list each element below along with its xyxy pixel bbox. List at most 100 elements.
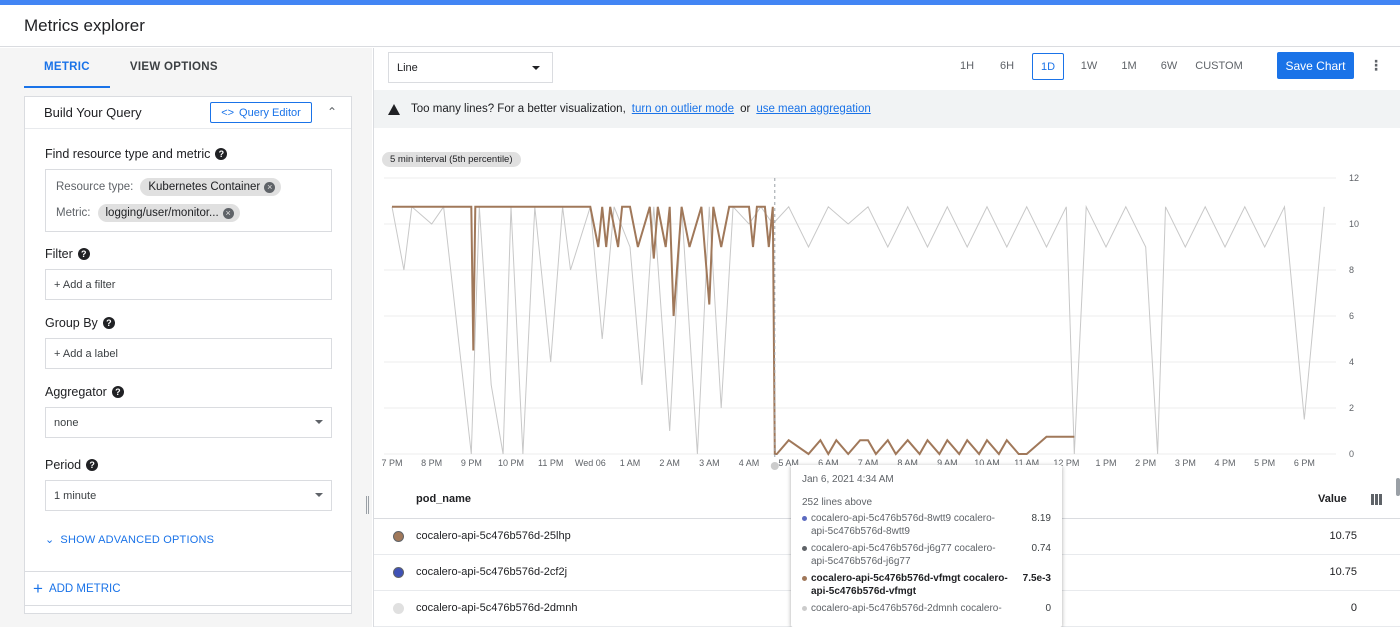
filter-input[interactable]: + Add a filter [45,269,332,300]
panel-tabs: METRIC VIEW OPTIONS [24,48,354,88]
scrollbar-thumb[interactable] [1396,478,1400,496]
x-tick-label: 2 PM [1135,458,1156,468]
groupby-text: Group By [45,316,98,330]
chevron-down-icon: ⌄ [45,534,55,546]
interval-badge: 5 min interval (5th percentile) [382,152,521,167]
series-color-dot [393,531,404,542]
help-icon[interactable]: ? [215,148,228,160]
y-tick-label: 2 [1349,403,1354,413]
x-tick-label: 9 PM [461,458,482,468]
help-icon[interactable]: ? [86,459,99,471]
aggregator-select[interactable]: none [45,407,332,438]
resource-type-chip[interactable]: Kubernetes Container × [140,178,282,196]
find-resource-label: Find resource type and metric ? [45,147,228,161]
columns-icon[interactable] [1371,494,1382,505]
query-editor-button[interactable]: <> Query Editor [210,102,312,123]
range-1m[interactable]: 1M [1114,53,1144,80]
aggregator-value: none [54,416,79,429]
y-tick-label: 8 [1349,265,1354,275]
warning-icon [388,103,400,115]
add-metric-button[interactable]: + ADD METRIC [24,571,352,606]
col-value[interactable]: Value [1318,493,1347,505]
y-tick-label: 4 [1349,357,1354,367]
period-text: Period [45,458,82,472]
remove-icon[interactable]: × [222,207,234,219]
more-vert-icon[interactable]: ⋮ [1369,57,1383,74]
find-resource-text: Find resource type and metric [45,147,211,161]
tooltip-item: cocalero-api-5c476b576d-2dmnh cocalero- … [802,602,1051,615]
chart-tooltip: Jan 6, 2021 4:34 AM 252 lines above coca… [791,465,1062,627]
series-color-dot [802,606,807,611]
app-header: Metrics explorer [0,5,1400,47]
x-tick-label: 8 PM [421,458,442,468]
x-tick-label: 10 PM [498,458,524,468]
tooltip-value: 7.5e-3 [1022,573,1051,584]
x-tick-label: 11 PM [538,458,563,468]
chart-type-value: Line [397,61,418,74]
chart-type-select[interactable]: Line [388,52,553,83]
query-panel: METRIC VIEW OPTIONS Build Your Query <> … [0,48,372,627]
dropdown-caret-icon [532,66,540,70]
pod-value: 10.75 [1329,566,1357,578]
col-pod-name[interactable]: pod_name [416,493,471,505]
series-color-dot [393,567,404,578]
pod-name: cocalero-api-5c476b576d-2dmnh [416,602,578,614]
panel-resize-handle[interactable] [366,496,369,514]
pod-name: cocalero-api-5c476b576d-25lhp [416,530,571,542]
x-tick-label: 1 AM [620,458,641,468]
x-tick-label: 4 PM [1214,458,1235,468]
metric-chip[interactable]: logging/user/monitor... × [97,204,240,222]
metric-row: Metric: logging/user/monitor... × [56,204,240,222]
dropdown-caret-icon [315,420,323,424]
card-header: Build Your Query <> Query Editor ⌃ [25,97,351,129]
x-tick-label: 1 PM [1095,458,1116,468]
tooltip-item: cocalero-api-5c476b576d-j6g77 cocalero-a… [802,542,1051,568]
advanced-label: SHOW ADVANCED OPTIONS [60,533,215,546]
show-advanced-options[interactable]: ⌄ SHOW ADVANCED OPTIONS [45,533,215,547]
chart-panel: Line 1H 6H 1D 1W 1M 6W CUSTOM Save Chart… [373,48,1400,627]
range-custom[interactable]: CUSTOM [1194,53,1244,80]
save-chart-button[interactable]: Save Chart [1277,52,1354,79]
help-icon[interactable]: ? [77,248,90,260]
warning-or: or [740,103,751,115]
pod-value: 10.75 [1329,530,1357,542]
tooltip-value: 0.74 [1031,543,1051,554]
time-range-selector: 1H 6H 1D 1W 1M 6W CUSTOM [952,53,1254,80]
tooltip-value: 8.19 [1031,513,1051,524]
too-many-lines-banner: Too many lines? For a better visualizati… [374,90,1400,128]
resource-type-row: Resource type: Kubernetes Container × [56,178,282,196]
range-1h[interactable]: 1H [952,53,982,80]
y-tick-label: 12 [1349,173,1359,183]
range-6h[interactable]: 6H [992,53,1022,80]
metric-label: Metric: [56,207,91,219]
x-tick-label: 5 PM [1254,458,1275,468]
range-1w[interactable]: 1W [1074,53,1104,80]
tooltip-time: Jan 6, 2021 4:34 AM [802,474,894,485]
y-tick-label: 10 [1349,219,1359,229]
period-label: Period ? [45,458,99,472]
query-editor-label: Query Editor [239,106,301,119]
remove-icon[interactable]: × [264,181,276,193]
x-tick-label: 3 AM [699,458,720,468]
range-6w[interactable]: 6W [1154,53,1184,80]
line-chart[interactable]: 0 2 4 6 8 10 12 7 PM 8 PM 9 PM 10 PM 11 PM Wed 06 1 A… [374,168,1400,480]
mean-aggregation-link[interactable]: use mean aggregation [756,103,870,115]
help-icon[interactable]: ? [102,317,115,329]
x-tick-label: Wed 06 [575,458,606,468]
groupby-input[interactable]: + Add a label [45,338,332,369]
series-color-dot [393,603,404,614]
outlier-mode-link[interactable]: turn on outlier mode [632,103,734,115]
series-color-dot [802,576,807,581]
metric-value: logging/user/monitor... [105,207,219,219]
tab-metric[interactable]: METRIC [24,48,110,88]
tab-view-options[interactable]: VIEW OPTIONS [110,48,238,88]
x-tick-label: 2 AM [659,458,680,468]
tooltip-item: cocalero-api-5c476b576d-8wtt9 cocalero-a… [802,512,1051,538]
help-icon[interactable]: ? [111,386,124,398]
period-select[interactable]: 1 minute [45,480,332,511]
tooltip-item: cocalero-api-5c476b576d-vfmgt cocalero-a… [802,572,1051,598]
resource-metric-box: Resource type: Kubernetes Container × Me… [45,169,332,232]
range-1d[interactable]: 1D [1032,53,1064,80]
chevron-up-icon[interactable]: ⌃ [327,105,337,119]
pod-name: cocalero-api-5c476b576d-2cf2j [416,566,568,578]
